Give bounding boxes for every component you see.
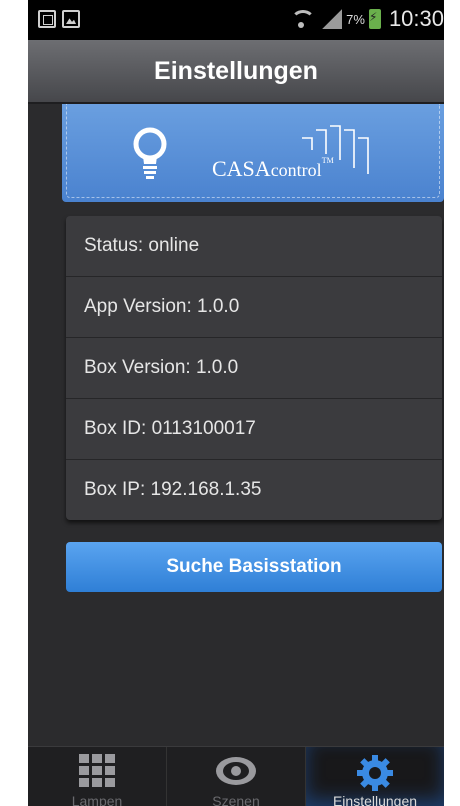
sim-icon — [38, 10, 56, 28]
grid-icon — [79, 754, 115, 787]
tab-szenen[interactable]: Szenen — [167, 747, 306, 806]
logo-text: CASAcontrolTM — [212, 156, 334, 181]
gear-icon — [357, 755, 393, 791]
eye-icon — [216, 757, 256, 785]
tab-lampen[interactable]: Lampen — [28, 747, 167, 806]
list-item-box-version: Box Version: 1.0.0 — [66, 338, 442, 399]
wifi-icon — [290, 8, 316, 30]
tab-label: Szenen — [212, 793, 260, 806]
list-item-box-ip: Box IP: 192.168.1.35 — [84, 479, 262, 500]
list-item-box-id: Box ID: 0113100017 — [66, 399, 442, 460]
title-bar: Einstellungen — [28, 40, 444, 104]
signal-icon — [322, 9, 343, 29]
phone-screen: 7% 10:30 Einstellungen CASAcontrolTM Sta… — [28, 0, 444, 806]
clock: 10:30 — [388, 6, 444, 31]
image-icon — [62, 10, 80, 28]
status-bar: 7% 10:30 — [28, 0, 444, 40]
bottom-tab-bar: Lampen Szenen Einstellungen — [28, 746, 444, 806]
tab-label: Einstellungen — [332, 793, 418, 806]
search-base-station-button[interactable]: Suche Basisstation — [66, 542, 442, 592]
list-item-status: Status: online — [66, 216, 442, 277]
info-list: Status: online App Version: 1.0.0 Box Ve… — [66, 216, 442, 520]
list-item-app-version: App Version: 1.0.0 — [66, 277, 442, 338]
tab-label: Lampen — [71, 793, 123, 806]
lightbulb-icon — [133, 127, 167, 179]
battery-percent: 7% — [346, 11, 365, 27]
page-title: Einstellungen — [154, 56, 318, 85]
battery-charging-icon — [368, 9, 381, 29]
tab-einstellungen[interactable]: Einstellungen — [306, 747, 444, 806]
casacontrol-logo-banner: CASAcontrolTM — [62, 104, 444, 202]
